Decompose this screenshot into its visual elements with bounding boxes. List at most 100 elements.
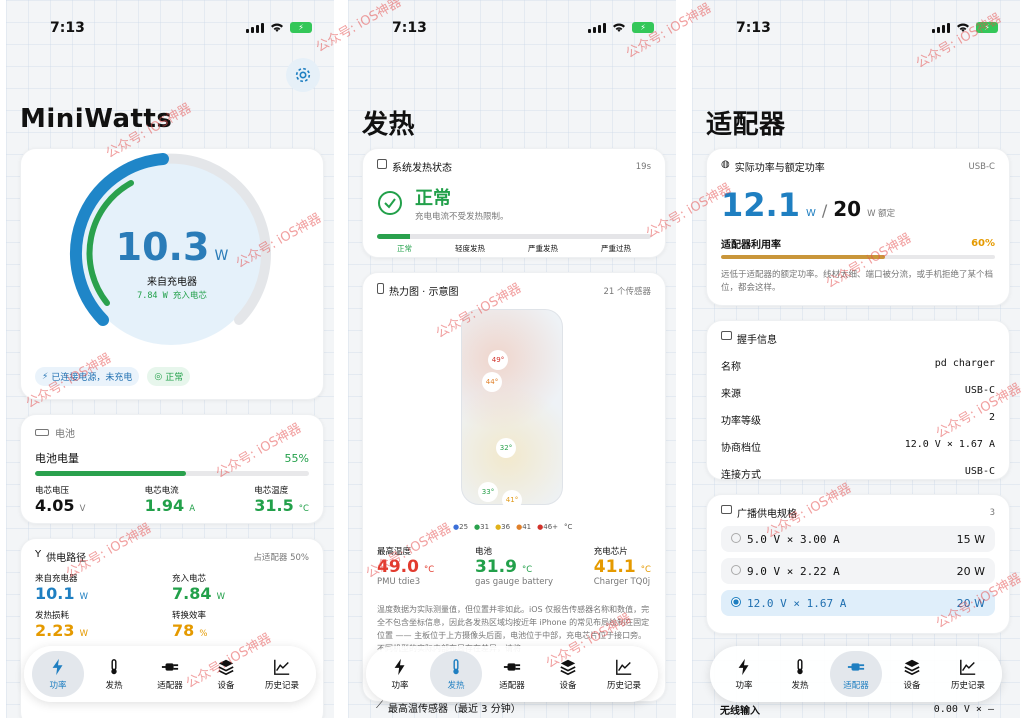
- stat-unit: A: [189, 504, 196, 514]
- scale-label: 轻度发热: [455, 244, 485, 253]
- tab-label: 发热: [105, 680, 123, 691]
- stat-label: 最高温度: [377, 547, 412, 557]
- tab-label: 设备: [559, 680, 577, 691]
- stat-label: 电芯电流: [144, 486, 179, 496]
- tab-label: 发热: [447, 680, 465, 691]
- handshake-list: 名称 pd charger 来源 USB-C 功率等级 2 协商档位 12.0 V × …: [721, 352, 995, 487]
- chart-line-icon: [274, 659, 290, 675]
- bolt-icon: ⚡: [42, 371, 49, 382]
- scale-label: 严重发热: [528, 244, 558, 253]
- separator: /: [821, 201, 828, 220]
- tab-device[interactable]: 设备: [542, 651, 594, 697]
- tab-power[interactable]: 功率: [374, 651, 426, 697]
- tab-label: 设备: [217, 680, 235, 691]
- stat-unit: W: [79, 629, 88, 639]
- chart-line-icon: [616, 659, 632, 675]
- tab-label: 功率: [735, 680, 753, 691]
- kv-key: 功率等级: [721, 416, 761, 427]
- phone-adapter-screen: 7:13 ⚡ 适配器 ◍ 实际功率与额定功率 USB-C 12.1 W / 20 W…: [692, 0, 1020, 718]
- sensor-marker: 49°: [488, 350, 508, 370]
- chart-line-icon: ⟋: [376, 700, 383, 711]
- thermal-scale-bar: [377, 234, 651, 239]
- util-value: 60%: [971, 238, 995, 249]
- legend-unit: °C: [564, 523, 573, 531]
- stat-value: 49.0: [377, 557, 419, 577]
- phone-heatmap: 49° 44° 32° 33° 41°: [461, 309, 563, 510]
- tab-device[interactable]: 设备: [200, 651, 252, 697]
- power-gauge-card: 10.3 W 来自充电器 7.84 W 充入电芯 ⚡ 已连接电源，未充电 ◎ 正常: [20, 148, 324, 400]
- legend-item: ●46+: [537, 523, 559, 531]
- handshake-header: 握手信息: [737, 335, 777, 346]
- status-bar: 7:13 ⚡: [6, 20, 334, 40]
- tab-label: 功率: [49, 680, 67, 691]
- pdo-option[interactable]: 5.0 V × 3.00 A 15 W: [721, 526, 995, 552]
- battery-icon: ⚡: [290, 22, 312, 33]
- tab-adapter[interactable]: 适配器: [144, 651, 196, 697]
- tab-label: 历史记录: [606, 680, 641, 691]
- battery-card: 电池 电池电量 55% 电芯电压 4.05 V 电芯电流 1.94 A 电芯温度 31.…: [20, 414, 324, 524]
- tab-history[interactable]: 历史记录: [256, 651, 308, 697]
- battery-level-label: 电池电量: [35, 452, 79, 465]
- tab-device[interactable]: 设备: [886, 651, 938, 697]
- bolt-icon: [738, 658, 749, 675]
- wifi-icon: [271, 23, 283, 32]
- sensor-marker: 33°: [478, 482, 498, 502]
- radio-icon: [731, 532, 741, 543]
- tab-adapter[interactable]: 适配器: [486, 651, 538, 697]
- efficiency-stat: 转换效率 78 %: [172, 609, 309, 640]
- actual-power-unit: W: [805, 208, 816, 219]
- pdo-watts: 20 W: [956, 596, 985, 610]
- actual-power-value: 12.1: [721, 186, 800, 224]
- stat-unit: °C: [522, 565, 533, 575]
- tab-history[interactable]: 历史记录: [942, 651, 994, 697]
- settings-button[interactable]: [286, 58, 320, 92]
- power-unit: W: [214, 248, 229, 264]
- stat-value: 7.84: [172, 584, 212, 603]
- rated-power-value: 20: [833, 197, 862, 221]
- stat-sub: gas gauge battery: [474, 577, 554, 587]
- stat-label: 充入电芯: [172, 574, 207, 584]
- plug-icon: [847, 662, 865, 671]
- kv-key: 无线输入: [720, 706, 760, 717]
- pdo-option-selected[interactable]: 12.0 V × 1.67 A 20 W: [721, 590, 995, 616]
- wifi-icon: [613, 23, 625, 32]
- branch-icon: Y: [35, 549, 42, 560]
- kv-key: 来源: [721, 389, 741, 400]
- health-pill: ◎ 正常: [147, 367, 191, 386]
- tab-power[interactable]: 功率: [718, 651, 770, 697]
- pdo-option[interactable]: 9.0 V × 2.22 A 20 W: [721, 558, 995, 584]
- power-sub-label: 7.84 W 充入电芯: [137, 291, 207, 301]
- tab-label: 功率: [391, 680, 409, 691]
- thermometer-icon: [797, 658, 803, 674]
- util-bar: [721, 255, 995, 259]
- tab-bar: 功率 发热 适配器 设备 历史记录: [710, 646, 1002, 702]
- check-circle-icon: [378, 191, 402, 215]
- thermal-state-value: 正常: [415, 188, 451, 209]
- power-source-label: 来自充电器: [147, 277, 197, 288]
- tab-history[interactable]: 历史记录: [598, 651, 650, 697]
- handshake-card: 握手信息 名称 pd charger 来源 USB-C 功率等级 2 协商档位 12.0…: [706, 320, 1010, 481]
- pdo-voltage: 12.0 V × 1.67 A: [747, 596, 847, 610]
- kv-row: 功率等级 2: [721, 406, 995, 433]
- tab-heat[interactable]: 发热: [430, 651, 482, 697]
- battery-icon: ⚡: [632, 22, 654, 33]
- power-state-pill: ⚡ 已连接电源，未充电: [35, 367, 140, 386]
- stat-unit: °C: [640, 565, 651, 575]
- tab-power[interactable]: 功率: [32, 651, 84, 697]
- stat-unit: °C: [424, 565, 435, 575]
- tab-heat[interactable]: 发热: [88, 651, 140, 697]
- tab-heat[interactable]: 发热: [774, 651, 826, 697]
- stat-value: 2.23: [35, 621, 75, 640]
- sensor-marker: 41°: [502, 490, 522, 510]
- max-temp-stat: 最高温度 49.0 °C PMU tdie3: [377, 545, 434, 587]
- id-card-icon: [721, 331, 732, 340]
- stat-value: 10.1: [35, 584, 75, 603]
- kv-row: 名称 pd charger: [721, 352, 995, 379]
- kv-row: 连接方式 USB-C: [721, 460, 995, 487]
- power-state-label: 已连接电源，未充电: [51, 373, 133, 383]
- plug-icon: [503, 662, 521, 671]
- health-label: 正常: [165, 373, 184, 383]
- heatmap-card: 热力图 · 示意图 21 个传感器 49° 44° 32° 33° 41° ●25…: [362, 272, 666, 702]
- legend-item: ●41: [516, 523, 532, 531]
- tab-adapter[interactable]: 适配器: [830, 651, 882, 697]
